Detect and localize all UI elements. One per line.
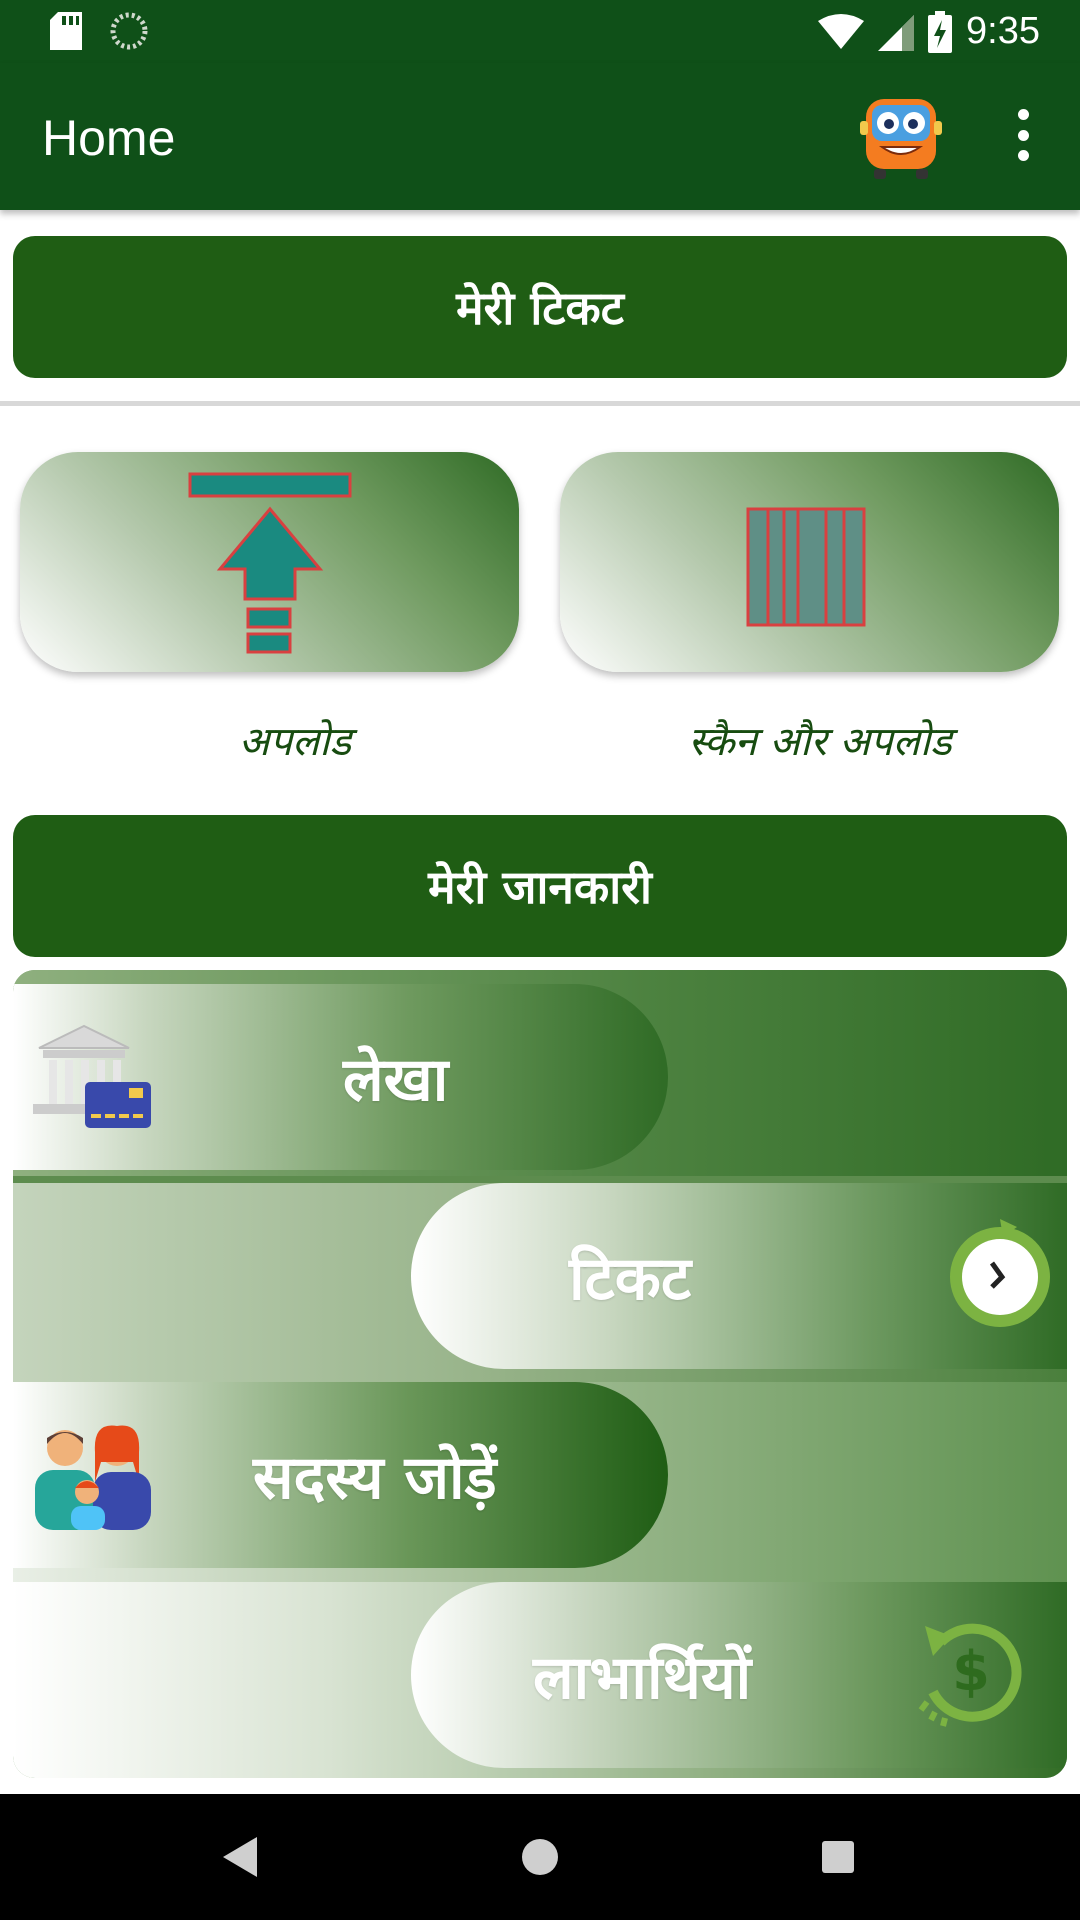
navigation-bar [0,1794,1080,1920]
info-row-ticket: टिकट [13,1183,1067,1383]
back-icon[interactable] [208,1824,274,1890]
accounts-label: लेखा [343,1045,449,1115]
battery-charging-icon [928,10,953,53]
refund-dollar-icon: $ [918,1623,1022,1727]
ticket-button[interactable]: टिकट [411,1183,1067,1369]
sync-icon [110,12,148,50]
upload-label: अपलोड [238,719,352,765]
home-icon[interactable] [507,1824,573,1890]
status-time: 9:35 [966,10,1040,52]
sd-card-icon [50,12,82,50]
my-info-label: मेरी जानकारी [428,860,652,914]
beneficiaries-label: लाभार्थियों [533,1643,752,1713]
bus-mascot-icon[interactable] [860,91,942,181]
accounts-button[interactable]: लेखा [13,984,668,1170]
add-member-button[interactable]: सदस्य जोड़ें [13,1382,668,1568]
my-ticket-header[interactable]: मेरी टिकट [13,236,1067,378]
recents-icon[interactable] [805,1824,871,1890]
my-ticket-label: मेरी टिकट [456,281,624,335]
info-row-beneficiaries: लाभार्थियों $ [13,1582,1067,1778]
status-bar: 9:35 [0,0,1080,63]
family-icon [35,1425,151,1530]
signal-icon [878,14,915,51]
upload-icon [188,472,352,654]
upload-button[interactable] [20,452,519,672]
svg-text:$: $ [952,1640,990,1703]
page-title: Home [42,110,176,166]
wifi-icon [818,13,865,49]
bank-card-icon [33,1024,151,1128]
info-row-accounts: लेखा [13,970,1067,1176]
more-vert-icon[interactable] [1005,103,1041,167]
scan-upload-label: स्कैन और अपलोड [688,719,952,765]
scan-upload-button[interactable] [560,452,1059,672]
app-bar: Home [0,63,1080,210]
divider [0,401,1080,406]
timer-icon [950,1219,1050,1327]
beneficiaries-button[interactable]: लाभार्थियों $ [411,1582,1067,1768]
ticket-label: टिकट [569,1244,692,1314]
my-info-header[interactable]: मेरी जानकारी [13,815,1067,957]
add-member-label: सदस्य जोड़ें [253,1443,497,1513]
barcode-icon [746,507,866,627]
info-panel: लेखा टिकट सदस्य जोड़ें लाभार्थियों $ [13,970,1067,1778]
info-row-add-member: सदस्य जोड़ें [13,1382,1067,1582]
